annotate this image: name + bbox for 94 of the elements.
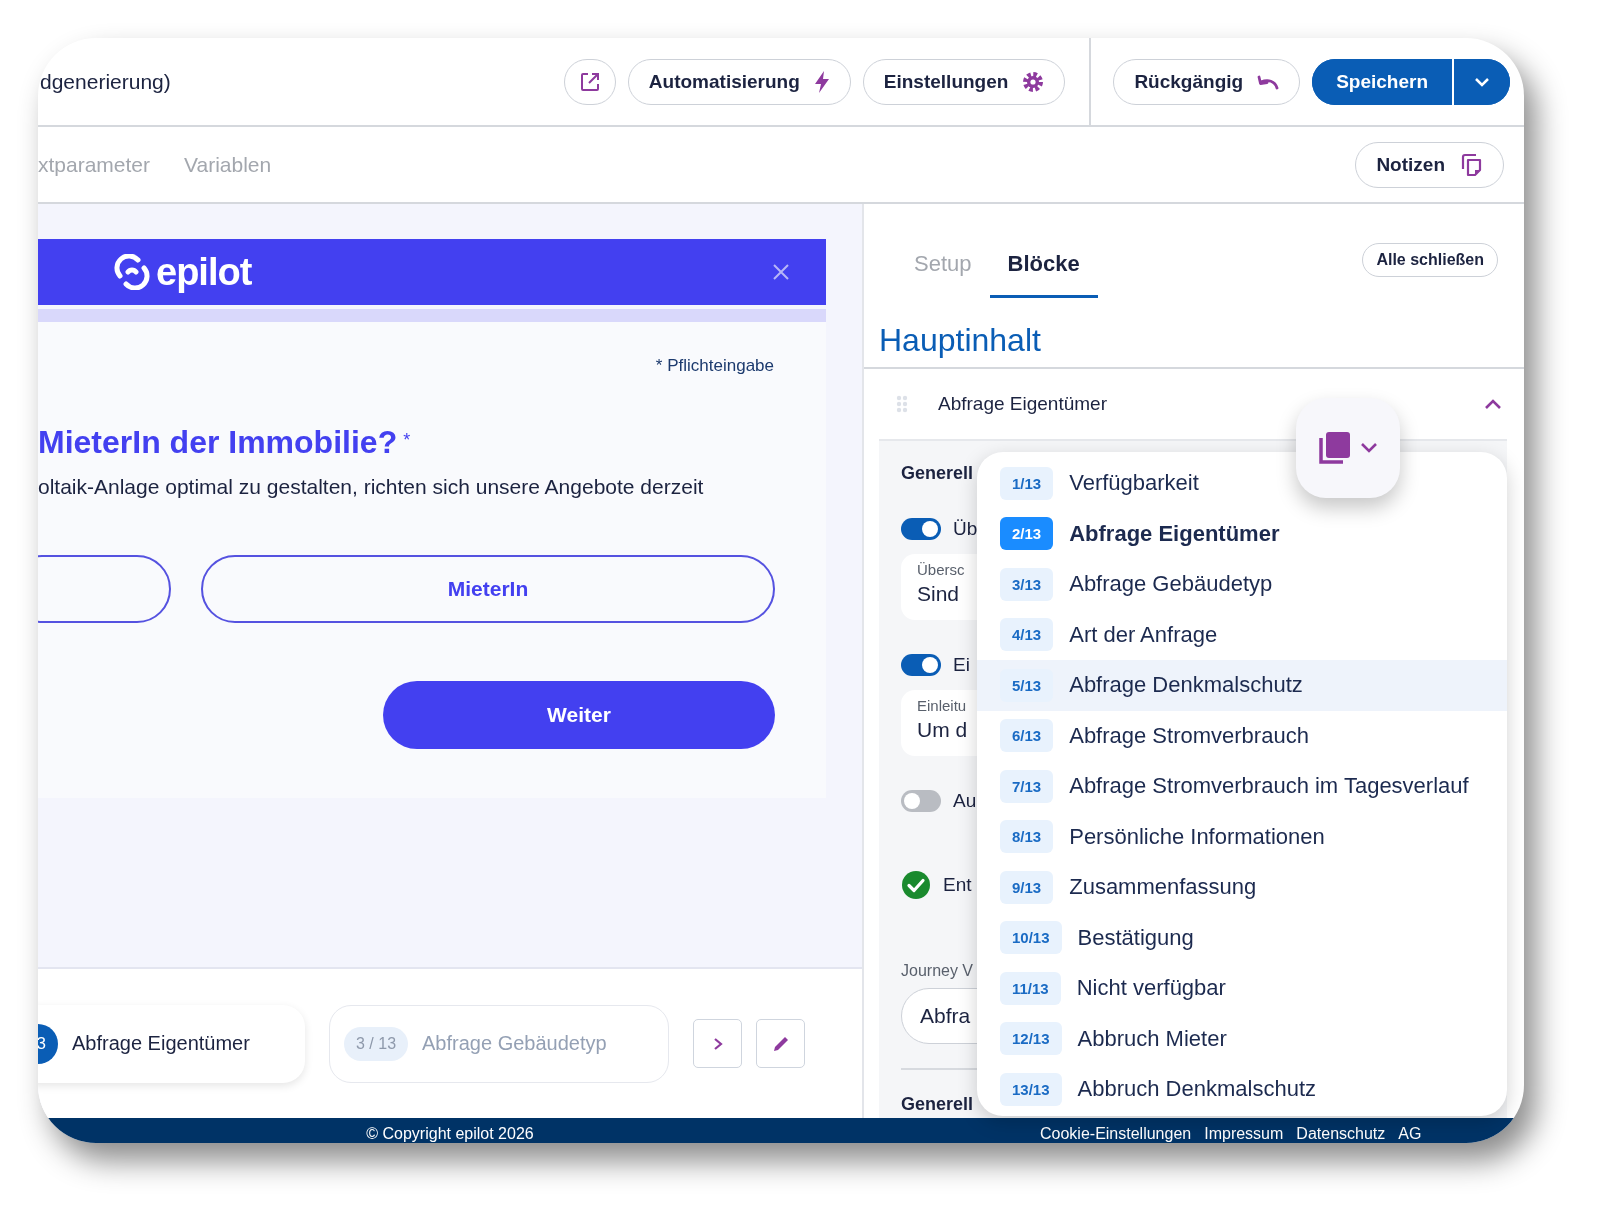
collapse-all-button[interactable]: Alle schließen [1362, 243, 1498, 277]
menu-item[interactable]: 6/13 Abfrage Stromverbrauch [977, 710, 1507, 761]
close-icon[interactable] [772, 263, 790, 281]
question-title: MieterIn der Immobilie? [38, 424, 398, 461]
section-heading: Generell [901, 1094, 974, 1115]
menu-item-label: Abfrage Stromverbrauch [1069, 722, 1309, 749]
save-options-button[interactable] [1452, 58, 1510, 105]
field-label: Journey V [901, 962, 974, 980]
menu-item-label: Abfrage Denkmalschutz [1069, 672, 1303, 699]
menu-item-label: Abfrage Stromverbrauch im Tagesverlauf [1069, 773, 1469, 800]
chevron-down-icon [1474, 76, 1490, 87]
lightning-icon [813, 70, 830, 93]
page-title: dgenerierung) [39, 69, 172, 94]
required-mark: * [403, 430, 411, 451]
undo-icon [1257, 73, 1280, 90]
menu-item-label: Verfügbarkeit [1069, 470, 1199, 497]
external-link-icon [579, 71, 600, 92]
toolbar-button[interactable]: Einstellungen [862, 58, 1066, 105]
menu-item[interactable]: 1/13 Verfügbarkeit [977, 458, 1507, 509]
block-header[interactable]: Abfrage Eigentümer [864, 369, 1524, 439]
notes-button[interactable]: Notizen [1355, 141, 1504, 188]
menu-item-label: Abbruch Mieter [1077, 1025, 1227, 1052]
toggle-switch[interactable] [901, 518, 941, 540]
toggle-switch[interactable] [901, 790, 941, 812]
menu-item-label: Abfrage Gebäudetyp [1069, 571, 1273, 598]
step-badge: 8/13 [1000, 820, 1054, 854]
step-badge: 12/13 [1000, 1022, 1062, 1056]
footer-link[interactable]: Datenschutz [1296, 1125, 1386, 1143]
menu-item[interactable]: 10/13 Bestätigung [977, 912, 1507, 963]
menu-item[interactable]: 9/13 Zusammenfassung [977, 862, 1507, 913]
step-badge: 6/13 [1000, 719, 1054, 753]
step-title: Abfrage Eigentümer [72, 1032, 250, 1055]
logo-icon [114, 254, 150, 290]
footer-link[interactable]: Cookie-Einstellungen [1040, 1125, 1192, 1143]
footer-link[interactable]: Impressum [1204, 1125, 1284, 1143]
brand-name: epilot [156, 250, 253, 294]
step-badge: 3/13 [1000, 567, 1054, 601]
open-external-button[interactable] [563, 58, 616, 105]
footer-link[interactable]: AG [1398, 1125, 1422, 1143]
menu-item[interactable]: 7/13 Abfrage Stromverbrauch im Tagesverlauf [977, 761, 1507, 812]
pages-icon [1318, 430, 1352, 466]
settings-icon [1022, 70, 1045, 93]
step-title: Abfrage Gebäudetyp [422, 1032, 607, 1055]
step-badge: 10/13 [1000, 921, 1062, 955]
menu-item[interactable]: 11/13 Nicht verfügbar [977, 963, 1507, 1014]
step-badge: 2/13 [1000, 517, 1054, 551]
toggle-label: Ei [953, 654, 970, 676]
step-number: 3 [38, 1023, 58, 1064]
edit-button[interactable] [756, 1019, 805, 1068]
menu-item[interactable]: 4/13 Art der Anfrage [977, 609, 1507, 660]
chevron-down-icon [1360, 442, 1378, 454]
next-button[interactable]: Weiter [383, 681, 775, 749]
menu-item-label: Persönliche Informationen [1069, 823, 1325, 850]
menu-item[interactable]: 5/13 Abfrage Denkmalschutz [977, 660, 1507, 711]
step-badge: 7/13 [1000, 769, 1054, 803]
section-title: Hauptinhalt [864, 316, 1524, 369]
step-badge: 9/13 [1000, 870, 1054, 904]
required-note: * Pflichteingabe [655, 356, 774, 376]
menu-item[interactable]: 13/13 Abbruch Denkmalschutz [977, 1064, 1507, 1115]
step-badge: 11/13 [1000, 971, 1061, 1005]
drag-handle-icon[interactable] [896, 395, 908, 413]
toggle-label: Üb [953, 518, 978, 540]
current-step-card[interactable]: 3 Abfrage Eigentümer [38, 1004, 305, 1083]
answer-option[interactable] [38, 555, 171, 623]
notes-icon [1459, 152, 1483, 177]
step-badge: 3 / 13 [344, 1026, 409, 1061]
chevron-right-icon [712, 1036, 723, 1051]
menu-item-label: Abfrage Eigentümer [1069, 520, 1280, 547]
menu-item-label: Art der Anfrage [1069, 621, 1218, 648]
step-badge: 5/13 [1000, 668, 1054, 702]
menu-item-label: Abbruch Denkmalschutz [1077, 1076, 1316, 1103]
menu-item[interactable]: 3/13 Abfrage Gebäudetyp [977, 559, 1507, 610]
menu-item[interactable]: 8/13 Persönliche Informationen [977, 811, 1507, 862]
check-label: Ent [943, 874, 972, 896]
toolbar-button[interactable]: Automatisierung [627, 58, 851, 105]
step-badge: 4/13 [1000, 618, 1054, 652]
chevron-up-icon[interactable] [1484, 398, 1502, 410]
question-description: oltaik-Anlage optimal zu gestalten, richten sich unsere Angebote derzeit [38, 475, 705, 499]
answer-option[interactable]: MieterIn [201, 555, 775, 623]
step-badge: 13/13 [1000, 1072, 1062, 1106]
toggle-switch[interactable] [901, 654, 941, 676]
menu-item-label: Nicht verfügbar [1076, 975, 1226, 1002]
menu-item[interactable]: 12/13 Abbruch Mieter [977, 1013, 1507, 1064]
toggle-label: Au [953, 790, 977, 812]
block-switch-button[interactable] [1296, 398, 1400, 498]
check-circle-icon [901, 870, 931, 900]
menu-item[interactable]: 2/13 Abfrage Eigentümer [977, 508, 1507, 559]
step-badge: 1/13 [1000, 466, 1054, 500]
menu-item-label: Bestätigung [1077, 924, 1194, 951]
section-heading: Generell [901, 463, 974, 484]
menu-item-label: Zusammenfassung [1069, 874, 1257, 901]
copyright-text: © Copyright epilot 2026 [365, 1125, 535, 1143]
editor-tab[interactable]: Blöcke [989, 230, 1098, 298]
undo-button[interactable]: Rückgängig [1113, 58, 1301, 105]
